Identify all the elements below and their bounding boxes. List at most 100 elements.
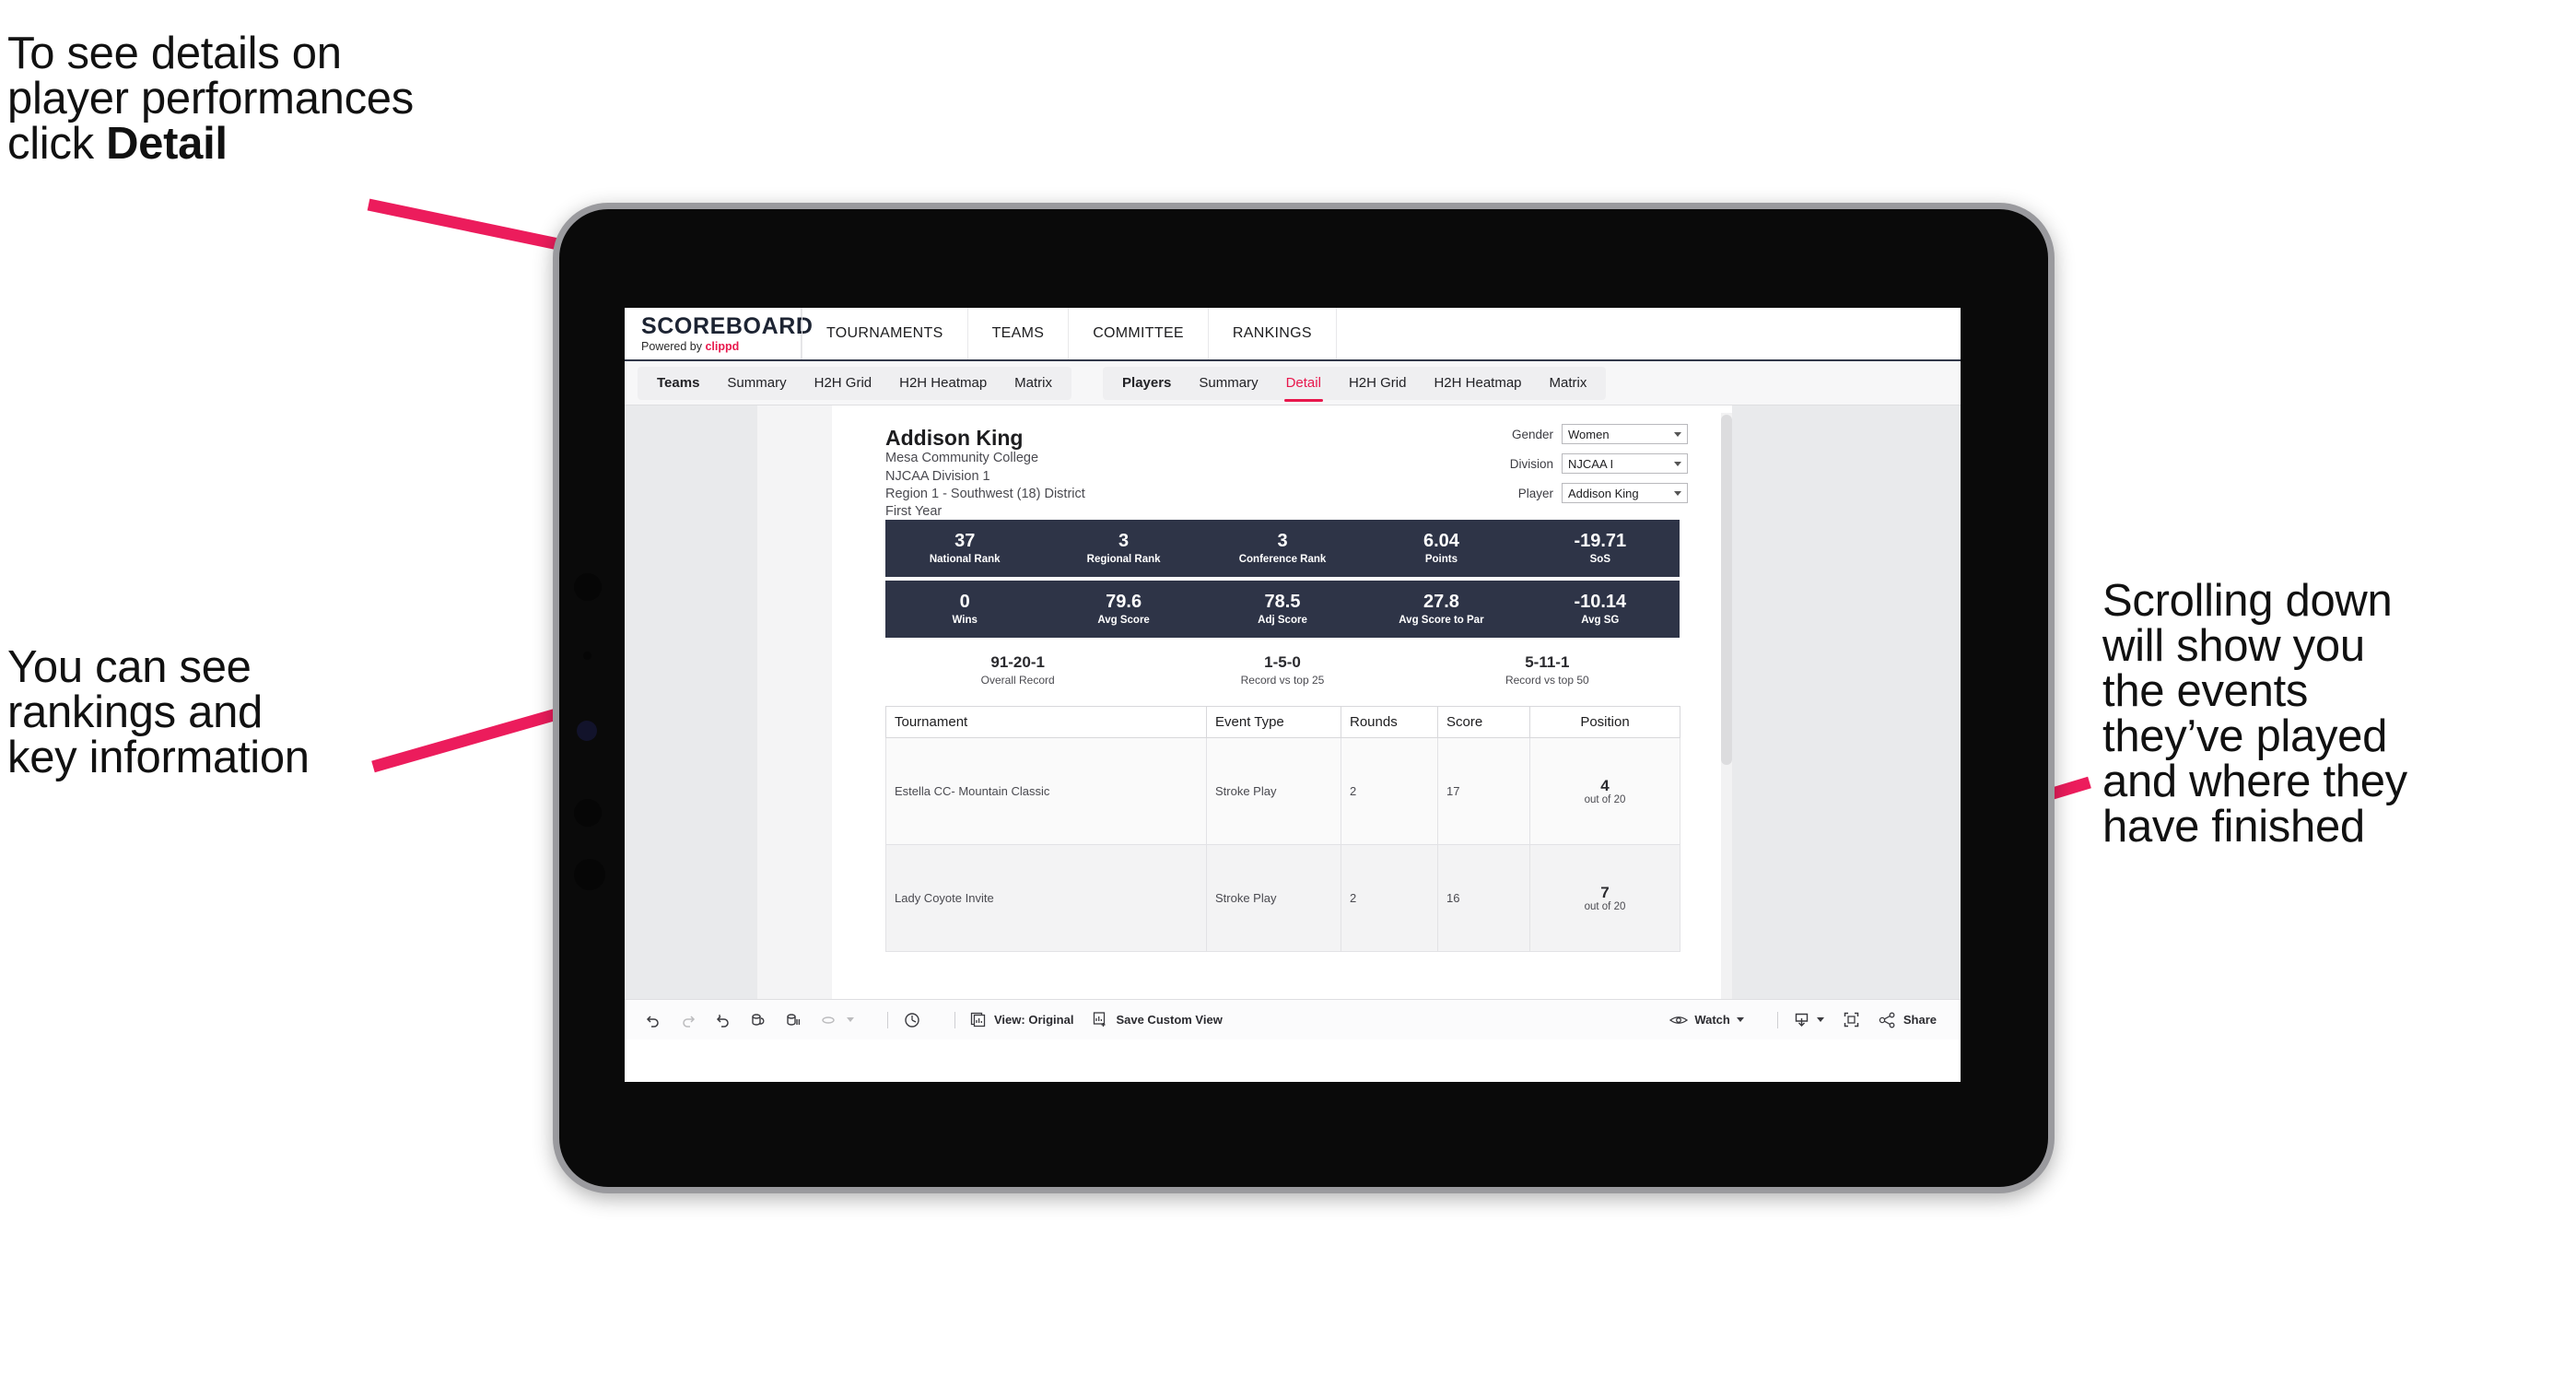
revert-button[interactable]: [715, 1012, 732, 1028]
download-button[interactable]: [1793, 1011, 1824, 1028]
table-row[interactable]: Estella CC- Mountain Classic Stroke Play…: [885, 737, 1680, 845]
watch-button[interactable]: Watch: [1669, 1013, 1744, 1028]
tab-players-detail[interactable]: Detail: [1272, 367, 1335, 402]
powered-by-text: Powered by: [641, 339, 706, 353]
position-number: 4: [1600, 776, 1610, 794]
stat-label: Avg Score: [1097, 615, 1150, 627]
cell-score: 17: [1437, 737, 1530, 845]
division-select[interactable]: NJCAA I: [1562, 453, 1688, 474]
col-position[interactable]: Position: [1529, 706, 1680, 738]
tab-players[interactable]: Players: [1108, 367, 1185, 400]
col-tournament[interactable]: Tournament: [885, 706, 1207, 738]
tab-players-matrix[interactable]: Matrix: [1536, 367, 1601, 400]
stat-value: 0: [959, 591, 970, 612]
pause-auto-update-button[interactable]: [903, 1011, 921, 1029]
record-value: 5-11-1: [1525, 652, 1570, 671]
share-button[interactable]: Share: [1879, 1012, 1937, 1028]
tab-teams-summary[interactable]: Summary: [713, 367, 800, 400]
tab-teams-h2h-heatmap[interactable]: H2H Heatmap: [885, 367, 1001, 400]
division-value: NJCAA I: [1568, 456, 1614, 471]
record-label: Overall Record: [980, 674, 1055, 687]
cell-event-type: Stroke Play: [1206, 844, 1341, 952]
nav-committee[interactable]: COMMITTEE: [1069, 308, 1209, 359]
tab-teams-h2h-grid[interactable]: H2H Grid: [801, 367, 886, 400]
front-camera-icon: [577, 721, 597, 741]
chevron-down-icon: [1736, 1017, 1744, 1022]
player-value: Addison King: [1568, 486, 1639, 500]
app-header: SCOREBOARD Powered by clippd TOURNAMENTS…: [625, 308, 1961, 361]
record-overall: 91-20-1 Overall Record: [885, 653, 1150, 687]
tab-players-h2h-heatmap[interactable]: H2H Heatmap: [1420, 367, 1535, 400]
share-label: Share: [1903, 1013, 1937, 1027]
chevron-down-icon: [1816, 1017, 1824, 1022]
tablet-device: SCOREBOARD Powered by clippd TOURNAMENTS…: [553, 203, 2055, 1193]
nav-teams[interactable]: TEAMS: [968, 308, 1070, 359]
divider: [1776, 1011, 1778, 1028]
brand-name: clippd: [705, 339, 740, 353]
annotation-right: Scrolling down will show you the events …: [2102, 576, 2407, 852]
tab-players-h2h-grid[interactable]: H2H Grid: [1335, 367, 1421, 400]
pause-button[interactable]: [785, 1012, 802, 1028]
top-nav: TOURNAMENTS TEAMS COMMITTEE RANKINGS: [802, 308, 1961, 359]
player-school: Mesa Community College: [885, 451, 1039, 466]
cell-rounds: 2: [1341, 737, 1438, 845]
record-top25: 1-5-0 Record vs top 25: [1150, 653, 1414, 687]
vertical-scrollbar-thumb[interactable]: [1721, 415, 1732, 765]
player-label: Player: [1517, 486, 1553, 500]
col-score[interactable]: Score: [1437, 706, 1530, 738]
division-label: Division: [1509, 456, 1553, 471]
dashboard-canvas: Addison King Mesa Community College NJCA…: [625, 405, 1961, 999]
stat-adj-score: 78.5 Adj Score: [1203, 592, 1362, 627]
table-row[interactable]: Lady Coyote Invite Stroke Play 2 16 7 ou…: [885, 844, 1680, 952]
stat-label: Regional Rank: [1086, 554, 1161, 566]
save-custom-view-label: Save Custom View: [1116, 1013, 1223, 1027]
stat-value: 79.6: [1106, 591, 1142, 612]
tab-players-summary[interactable]: Summary: [1185, 367, 1271, 400]
stat-label: Points: [1424, 554, 1458, 566]
cell-position: 7 out of 20: [1529, 844, 1680, 952]
tab-teams-matrix[interactable]: Matrix: [1001, 367, 1066, 400]
nav-rankings[interactable]: RANKINGS: [1209, 308, 1337, 359]
record-top50: 5-11-1 Record vs top 50: [1415, 653, 1680, 687]
save-custom-view-button[interactable]: Save Custom View: [1092, 1011, 1223, 1028]
cell-score: 16: [1437, 844, 1530, 952]
fullscreen-button[interactable]: [1843, 1011, 1860, 1028]
tab-teams[interactable]: Teams: [643, 367, 713, 400]
stat-sos: -19.71 SoS: [1521, 531, 1680, 566]
undo-button[interactable]: [645, 1012, 662, 1028]
stat-label: Avg Score to Par: [1399, 615, 1484, 627]
logo-title: SCOREBOARD: [641, 312, 814, 339]
dashboard-sheet: Addison King Mesa Community College NJCA…: [757, 405, 1732, 999]
stat-label: Avg SG: [1581, 615, 1620, 627]
cell-event-type: Stroke Play: [1206, 737, 1341, 845]
player-header: Addison King Mesa Community College NJCA…: [885, 426, 1401, 521]
redo-button[interactable]: [680, 1012, 697, 1028]
app-logo[interactable]: SCOREBOARD Powered by clippd: [625, 308, 814, 359]
filter-selectors: Gender Women Division NJCAA I Player Add…: [1504, 424, 1688, 512]
nav-tournaments[interactable]: TOURNAMENTS: [802, 308, 968, 359]
col-event-type[interactable]: Event Type: [1206, 706, 1341, 738]
stat-wins: 0 Wins: [885, 592, 1044, 627]
record-row: 91-20-1 Overall Record 1-5-0 Record vs t…: [885, 645, 1680, 695]
gender-select[interactable]: Women: [1562, 424, 1688, 444]
stat-avg-score: 79.6 Avg Score: [1044, 592, 1202, 627]
col-rounds[interactable]: Rounds: [1341, 706, 1438, 738]
stat-band-ranks: 37 National Rank 3 Regional Rank 3 Confe…: [885, 520, 1680, 577]
stat-label: Conference Rank: [1238, 554, 1327, 566]
record-value: 1-5-0: [1264, 652, 1301, 671]
reset-button[interactable]: [820, 1012, 854, 1028]
stat-value: 37: [954, 530, 976, 551]
divider: [887, 1011, 888, 1028]
record-label: Record vs top 25: [1240, 674, 1325, 687]
record-label: Record vs top 50: [1505, 674, 1589, 687]
cell-tournament: Estella CC- Mountain Classic: [885, 737, 1207, 845]
view-original-button[interactable]: View: Original: [970, 1011, 1073, 1028]
sensor-dot: [583, 652, 591, 660]
cell-rounds: 2: [1341, 844, 1438, 952]
teams-tab-group: Teams Summary H2H Grid H2H Heatmap Matri…: [638, 366, 1072, 400]
divider: [954, 1011, 955, 1028]
position-number: 7: [1600, 883, 1610, 901]
refresh-button[interactable]: [750, 1012, 767, 1028]
stat-value: 6.04: [1423, 530, 1459, 551]
player-select[interactable]: Addison King: [1562, 483, 1688, 503]
